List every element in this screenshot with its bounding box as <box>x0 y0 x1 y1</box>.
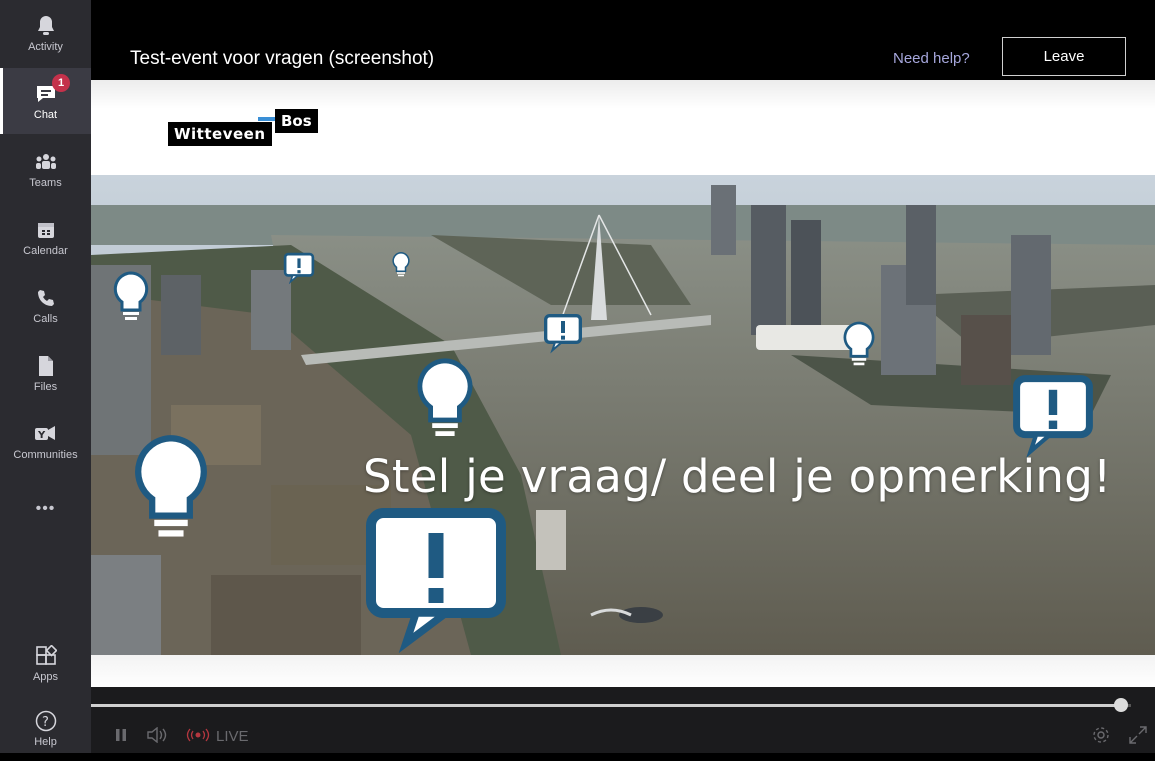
exclamation-bubble-icon <box>366 508 506 653</box>
need-help-link[interactable]: Need help? <box>893 50 970 67</box>
more-dots-icon: ••• <box>35 500 56 517</box>
live-broadcast-icon <box>186 728 210 742</box>
chat-unread-badge: 1 <box>52 74 70 92</box>
rail-label-files: Files <box>33 380 58 393</box>
lightbulb-icon <box>843 321 875 366</box>
help-icon: ? <box>34 709 58 733</box>
settings-button[interactable] <box>1091 725 1111 745</box>
rail-label-calls: Calls <box>33 312 58 325</box>
rotterdam-aerial-image <box>91 175 1155 655</box>
pause-icon <box>116 729 126 741</box>
rail-label-apps: Apps <box>32 670 59 683</box>
exclamation-bubble-icon <box>544 314 582 354</box>
rail-item-apps[interactable]: Apps <box>0 630 91 696</box>
event-header: Test-event voor vragen (screenshot) Need… <box>91 0 1155 80</box>
slide-footer-band <box>91 655 1155 687</box>
phone-icon <box>34 286 58 310</box>
rail-label-teams: Teams <box>29 176 62 189</box>
volume-icon <box>147 727 167 743</box>
lightbulb-icon <box>417 358 473 436</box>
video-player[interactable]: Witteveen Bos Stel je vraag/ deel je opm… <box>91 80 1155 687</box>
rail-item-help[interactable]: ? Help <box>0 695 91 761</box>
progress-track[interactable] <box>91 704 1131 707</box>
rail-label-calendar: Calendar <box>23 244 68 257</box>
progress-fill <box>91 704 1121 707</box>
expand-icon <box>1129 726 1147 744</box>
apps-icon <box>34 644 58 668</box>
bell-icon <box>34 14 58 38</box>
rail-item-teams[interactable]: Teams <box>0 136 91 202</box>
slide-headline: Stel je vraag/ deel je opmerking! <box>363 450 1112 503</box>
event-title: Test-event voor vragen (screenshot) <box>130 48 435 69</box>
rail-label-activity: Activity <box>28 40 63 53</box>
rail-label-help: Help <box>34 735 57 748</box>
rail-item-files[interactable]: Files <box>0 340 91 406</box>
lightbulb-icon <box>135 435 207 537</box>
pause-button[interactable] <box>114 728 128 742</box>
calendar-icon <box>34 218 58 242</box>
witteveen-bos-logo: Witteveen Bos <box>168 109 328 149</box>
app-rail: Activity 1 Chat Teams Calendar Calls Fil… <box>0 0 91 753</box>
rail-item-calls[interactable]: Calls <box>0 272 91 338</box>
rail-label-chat: Chat <box>33 108 58 121</box>
lightbulb-icon <box>392 251 410 277</box>
live-event-view: Test-event voor vragen (screenshot) Need… <box>91 0 1155 753</box>
volume-button[interactable] <box>147 727 167 743</box>
rail-item-communities[interactable]: Y Communities <box>0 408 91 474</box>
exclamation-bubble-icon <box>1013 375 1093 458</box>
teams-icon <box>34 150 58 174</box>
rail-item-activity[interactable]: Activity <box>0 0 91 66</box>
progress-scrubber[interactable] <box>1113 698 1128 712</box>
rail-item-chat[interactable]: 1 Chat <box>0 68 91 134</box>
logo-text-bos: Bos <box>275 109 318 133</box>
svg-text:?: ? <box>42 715 49 730</box>
file-icon <box>34 354 58 378</box>
leave-button[interactable]: Leave <box>1002 37 1126 76</box>
lightbulb-icon <box>113 271 149 320</box>
logo-text-witteveen: Witteveen <box>168 122 272 146</box>
player-controls: LIVE <box>91 687 1155 753</box>
slide-header-band: Witteveen Bos <box>91 80 1155 175</box>
communities-icon: Y <box>34 422 58 446</box>
gear-icon <box>1093 727 1109 743</box>
rail-label-communities: Communities <box>13 448 78 461</box>
rail-item-calendar[interactable]: Calendar <box>0 204 91 270</box>
live-label: LIVE <box>216 728 249 745</box>
fullscreen-button[interactable] <box>1128 725 1148 745</box>
live-indicator <box>186 728 210 742</box>
more-apps-button[interactable]: ••• <box>0 476 91 542</box>
svg-text:Y: Y <box>37 430 46 441</box>
exclamation-bubble-icon <box>283 252 315 284</box>
